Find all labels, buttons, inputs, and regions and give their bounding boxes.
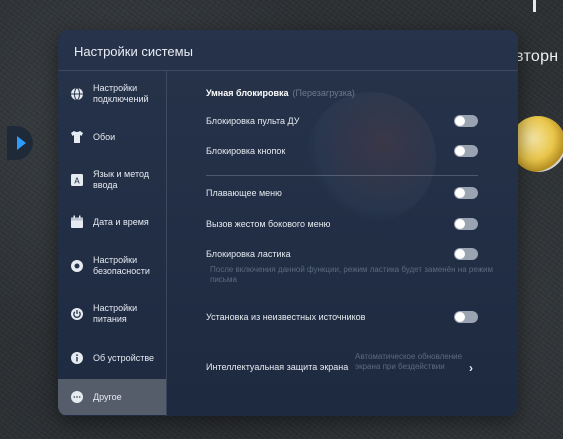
sidebar-item-label: Настройки подключений <box>93 83 149 104</box>
svg-text:A: A <box>74 177 80 186</box>
power-icon <box>70 307 84 321</box>
sidebar-item-about[interactable]: Об устройстве <box>58 337 166 379</box>
unknown-sources-label: Установка из неизвестных источников <box>206 312 366 322</box>
sidebar-item-date-time[interactable]: Дата и время <box>58 203 166 241</box>
floating-menu-toggle[interactable] <box>454 187 478 199</box>
shield-icon <box>70 259 84 273</box>
sidebar-item-power[interactable]: Настройки питания <box>58 291 166 337</box>
sidebar-item-label: Язык и метод ввода <box>93 169 150 190</box>
panel-watermark <box>306 92 436 222</box>
settings-sidebar: Настройки подключений Обои A Язык и мето… <box>58 71 167 416</box>
panel-title: Настройки системы <box>74 44 193 59</box>
language-a-icon: A <box>70 173 84 187</box>
screen-protection-label[interactable]: Интеллектуальная защита экрана <box>206 362 348 372</box>
button-lock-toggle[interactable] <box>454 145 478 157</box>
section-subtitle-text: (Перезагрузка) <box>292 88 355 98</box>
smart-lock-section-title: Умная блокировка (Перезагрузка) <box>206 88 355 98</box>
eraser-lock-label: Блокировка ластика <box>206 249 291 259</box>
eraser-lock-hint: После включения данной функции, режим ла… <box>210 265 494 284</box>
shirt-icon <box>70 130 84 144</box>
remote-lock-toggle[interactable] <box>454 115 478 127</box>
more-dots-icon <box>70 390 84 404</box>
sidebar-item-label: Дата и время <box>93 216 149 227</box>
unknown-sources-toggle[interactable] <box>454 311 478 323</box>
screen-protection-value: Автоматическое обновление экрана при без… <box>355 352 463 371</box>
sidebar-item-language[interactable]: A Язык и метод ввода <box>58 157 166 203</box>
play-arrow-icon <box>16 136 26 150</box>
sidebar-item-label: Другое <box>93 391 122 402</box>
sidebar-item-label: Настройки безопасности <box>93 255 150 276</box>
remote-lock-label: Блокировка пульта ДУ <box>206 116 300 126</box>
sidebar-item-connections[interactable]: Настройки подключений <box>58 71 166 117</box>
system-settings-panel: Настройки системы Настройки подключений … <box>58 30 518 416</box>
section-title-text: Умная блокировка <box>206 88 289 98</box>
info-icon <box>70 351 84 365</box>
chevron-right-icon[interactable]: › <box>469 361 473 375</box>
floating-menu-label: Плавающее меню <box>206 188 282 198</box>
eraser-lock-toggle[interactable] <box>454 248 478 260</box>
sidebar-item-label: Об устройстве <box>93 352 155 363</box>
background-partial-text: вторн <box>515 48 559 65</box>
sidebar-item-other[interactable]: Другое <box>58 379 166 415</box>
sidebar-item-security[interactable]: Настройки безопасности <box>58 241 166 291</box>
button-lock-label: Блокировка кнопок <box>206 146 286 156</box>
side-menu-gesture-label: Вызов жестом бокового меню <box>206 219 331 229</box>
sidebar-item-label: Обои <box>93 131 116 142</box>
content-divider <box>206 175 478 176</box>
calendar-icon <box>70 215 84 229</box>
side-menu-gesture-toggle[interactable] <box>454 218 478 230</box>
sidebar-item-wallpaper[interactable]: Обои <box>58 117 166 157</box>
background-mark <box>533 0 536 12</box>
globe-icon <box>70 87 84 101</box>
sidebar-item-label: Настройки питания <box>93 303 138 324</box>
